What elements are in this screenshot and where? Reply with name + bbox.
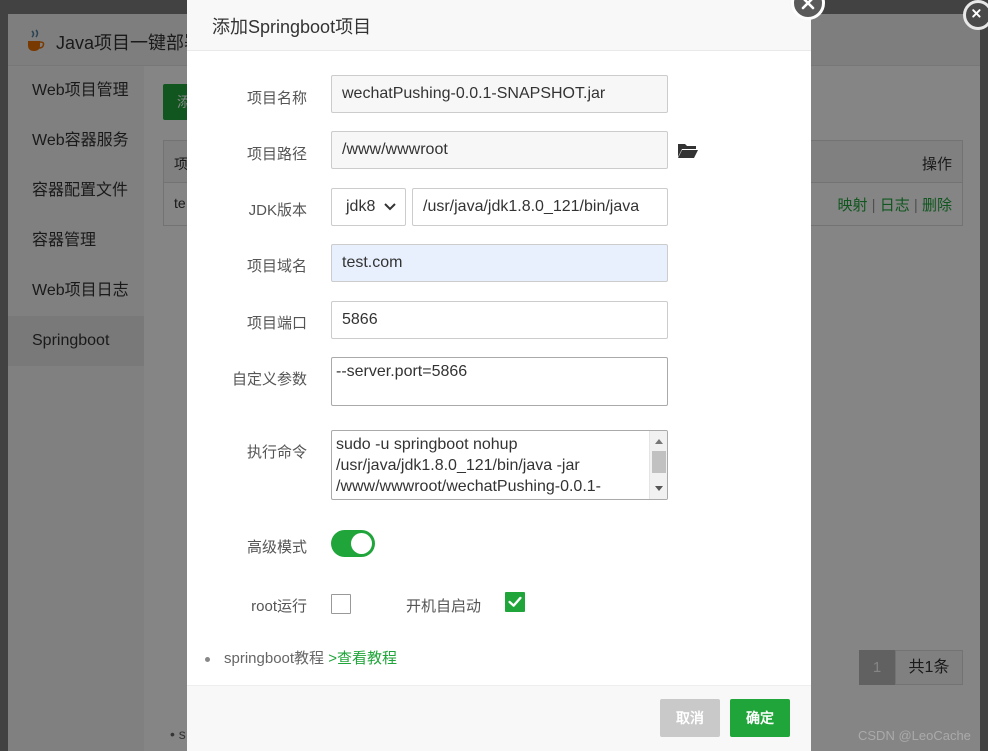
project-domain-input[interactable] — [331, 244, 668, 282]
project-name-input[interactable] — [331, 75, 668, 113]
jdk-path-input[interactable] — [412, 188, 668, 226]
tutorial-hint: springboot教程 >查看教程 — [205, 647, 397, 668]
project-port-label: 项目端口 — [246, 315, 307, 332]
modal-footer: 取消 确定 — [187, 685, 811, 751]
close-icon — [801, 0, 815, 10]
project-name-label: 项目名称 — [246, 90, 307, 107]
modal-header: 添加Springboot项目 — [187, 0, 811, 51]
bullet-icon — [205, 656, 210, 662]
add-springboot-modal: 添加Springboot项目 项目名称 项目路径 JDK版本 jdk8 项目域名… — [187, 0, 825, 751]
background-close-button[interactable] — [963, 0, 988, 30]
custom-params-textarea[interactable]: --server.port=5866 — [331, 357, 668, 406]
root-run-label: root运行 — [251, 598, 307, 615]
advanced-mode-toggle[interactable] — [331, 530, 375, 557]
scroll-up-icon[interactable] — [654, 437, 664, 445]
advanced-mode-label: 高级模式 — [246, 539, 307, 556]
custom-params-label: 自定义参数 — [231, 371, 307, 388]
tutorial-text: springboot教程 — [224, 650, 325, 667]
scroll-thumb[interactable] — [652, 451, 666, 473]
jdk-version-label: JDK版本 — [248, 202, 307, 219]
checkmark-icon — [508, 596, 522, 607]
folder-open-icon[interactable] — [677, 141, 699, 159]
exec-command-textarea[interactable]: sudo -u springboot nohup /usr/java/jdk1.… — [331, 430, 668, 500]
project-path-input[interactable] — [331, 131, 668, 169]
scroll-down-icon[interactable] — [654, 485, 664, 493]
custom-params-value: --server.port=5866 — [336, 363, 468, 380]
modal-title: 添加Springboot项目 — [212, 17, 372, 37]
jdk-version-select[interactable]: jdk8 — [331, 188, 406, 226]
jdk-selected-value: jdk8 — [346, 198, 376, 215]
cancel-button[interactable]: 取消 — [660, 699, 720, 737]
toggle-knob — [351, 533, 372, 554]
project-domain-label: 项目域名 — [246, 258, 307, 275]
project-path-label: 项目路径 — [246, 146, 307, 163]
view-tutorial-link[interactable]: >查看教程 — [328, 650, 397, 667]
watermark: CSDN @LeoCache — [858, 728, 971, 743]
root-run-checkbox[interactable] — [331, 594, 351, 614]
chevron-down-icon — [384, 203, 396, 211]
close-icon — [972, 9, 981, 18]
project-port-input[interactable] — [331, 301, 668, 339]
autostart-label: 开机自启动 — [405, 598, 481, 615]
exec-command-value: sudo -u springboot nohup /usr/java/jdk1.… — [336, 436, 601, 495]
confirm-button[interactable]: 确定 — [730, 699, 790, 737]
command-scrollbar[interactable] — [649, 431, 667, 499]
exec-command-label: 执行命令 — [246, 444, 307, 461]
autostart-checkbox[interactable] — [505, 592, 525, 612]
